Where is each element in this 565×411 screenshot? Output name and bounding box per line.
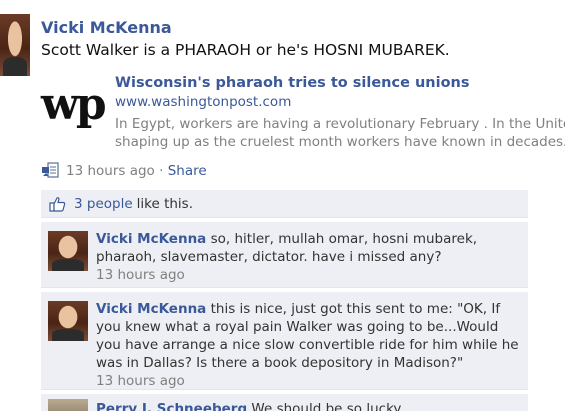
comment-item: Vicki McKenna this is nice, just got thi… <box>41 292 528 390</box>
avatar-photo <box>0 14 30 76</box>
comment-timestamp[interactable]: 13 hours ago <box>96 372 521 390</box>
meta-separator: · <box>154 162 168 179</box>
shared-link-url[interactable]: www.washingtonpost.com <box>115 94 291 110</box>
comment-author-avatar[interactable] <box>48 301 88 341</box>
comment-item: Perry J. Schneeberg We should be so luck… <box>41 394 528 411</box>
comment-author-name[interactable]: Perry J. Schneeberg <box>96 401 247 411</box>
share-link-icon <box>41 162 60 179</box>
description-line-1: In Egypt, workers are having a revolutio… <box>115 116 565 132</box>
avatar-photo <box>48 231 88 271</box>
comment-body: Vicki McKenna this is nice, just got thi… <box>96 300 521 390</box>
washington-post-logo[interactable]: wp <box>41 80 107 132</box>
description-line-2: shaping up as the cruelest month workers… <box>115 134 565 150</box>
post-status-text: Scott Walker is a PHARAOH or he's HOSNI … <box>41 41 450 59</box>
shared-link-description: In Egypt, workers are having a revolutio… <box>115 115 565 151</box>
likes-suffix: like this. <box>136 195 194 212</box>
comment-author-avatar[interactable] <box>48 399 88 411</box>
comment-author-avatar[interactable] <box>48 231 88 271</box>
shared-link-title[interactable]: Wisconsin's pharaoh tries to silence uni… <box>115 75 470 91</box>
likes-summary: 3 people like this. <box>41 190 528 218</box>
post-timestamp[interactable]: 13 hours ago <box>66 163 155 179</box>
post-author-name[interactable]: Vicki McKenna <box>41 18 172 37</box>
post-author-avatar[interactable] <box>0 14 30 76</box>
comment-body: Perry J. Schneeberg We should be so luck… <box>96 400 521 411</box>
comment-text: We should be so lucky. <box>251 401 404 411</box>
post-meta-row: 13 hours ago · Share <box>41 162 207 179</box>
comment-author-name[interactable]: Vicki McKenna <box>96 231 206 247</box>
comment-body: Vicki McKenna so, hitler, mullah omar, h… <box>96 230 521 284</box>
comment-item: Vicki McKenna so, hitler, mullah omar, h… <box>41 222 528 288</box>
comment-author-name[interactable]: Vicki McKenna <box>96 301 206 317</box>
share-button[interactable]: Share <box>168 163 207 179</box>
comment-timestamp[interactable]: 13 hours ago <box>96 266 521 284</box>
avatar-photo <box>48 301 88 341</box>
likes-count-link[interactable]: 3 people <box>74 196 133 212</box>
thumbs-up-icon <box>49 196 66 212</box>
